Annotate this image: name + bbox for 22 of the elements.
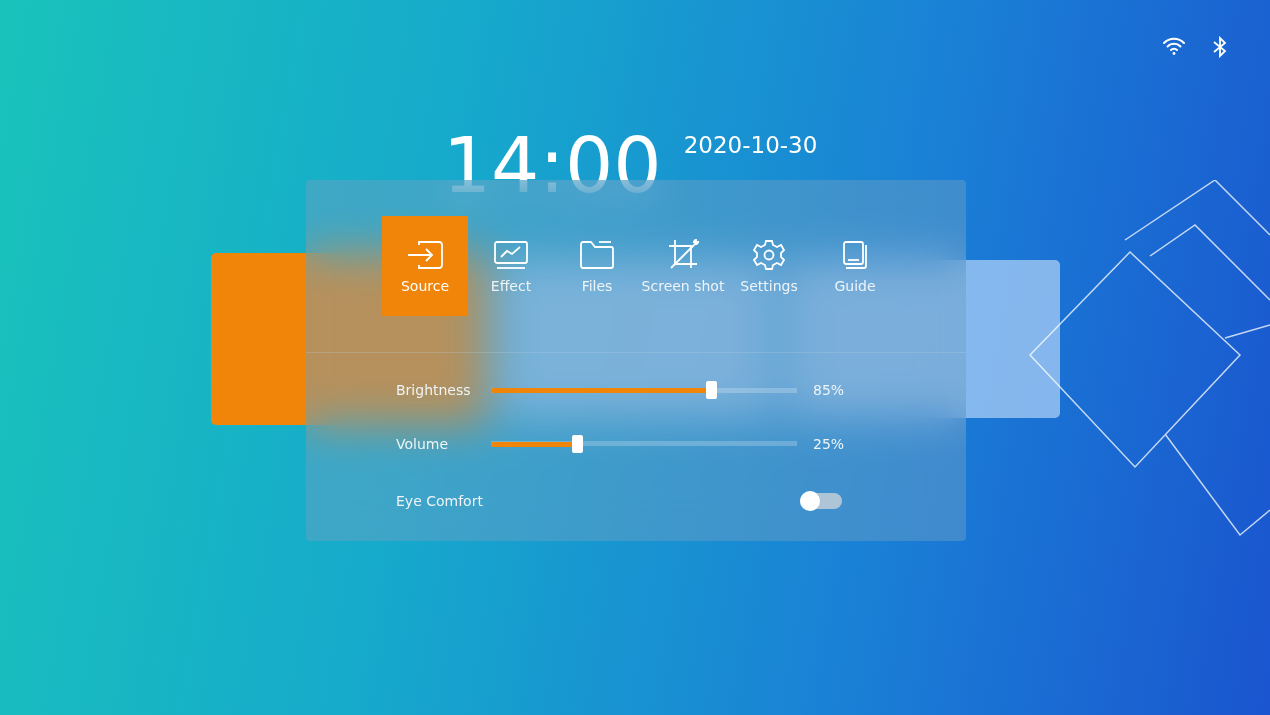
wifi-icon[interactable] xyxy=(1162,36,1186,56)
slider-thumb[interactable] xyxy=(571,435,583,453)
quick-panel-tab[interactable]: Effect xyxy=(468,216,554,316)
slider-value: 25% xyxy=(813,436,845,452)
folder-icon xyxy=(579,239,615,271)
toggle-label: Eye Comfort xyxy=(396,493,484,509)
clock-time: 14:00 xyxy=(442,128,662,204)
quick-panel-tab[interactable]: Screen shot xyxy=(640,216,726,316)
input-source-icon xyxy=(405,239,445,271)
bluetooth-icon[interactable] xyxy=(1212,36,1228,58)
clock-date: 2020-10-30 xyxy=(683,132,818,158)
settings-icon xyxy=(752,238,786,272)
quick-panel-tab[interactable]: Settings xyxy=(726,216,812,316)
quick-panel-tab[interactable]: Files xyxy=(554,216,640,316)
slider-value: 85% xyxy=(813,382,845,398)
slider-thumb[interactable] xyxy=(706,381,718,399)
slider-label: Brightness xyxy=(396,382,472,398)
chart-monitor-icon xyxy=(493,239,529,271)
quick-panel-tab[interactable]: Guide xyxy=(812,216,898,316)
toggle-switch[interactable] xyxy=(800,493,842,509)
quick-panel-tab[interactable]: Source xyxy=(382,216,468,316)
slider-label: Volume xyxy=(396,436,450,452)
